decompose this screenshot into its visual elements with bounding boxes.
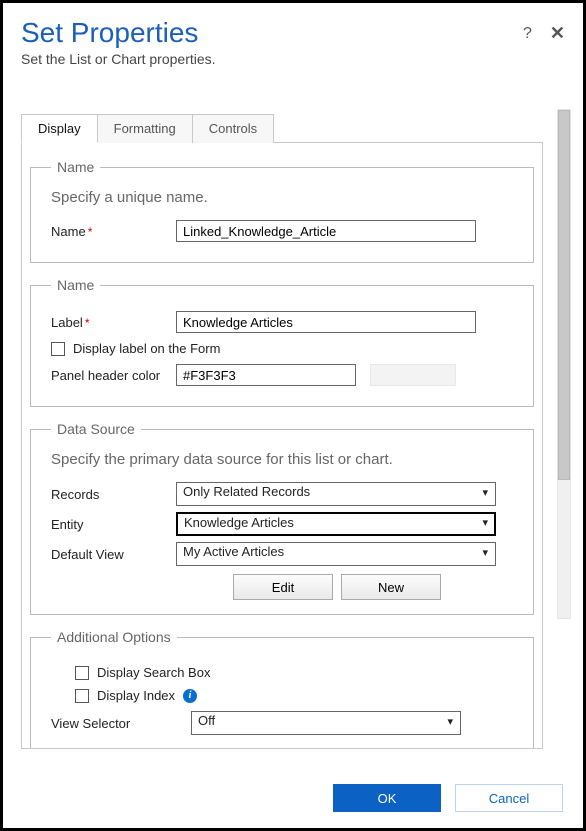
group-data-source-hint: Specify the primary data source for this… <box>51 451 513 468</box>
display-search-text: Display Search Box <box>97 665 210 680</box>
close-icon[interactable]: ✕ <box>550 23 565 44</box>
records-select[interactable]: Only Related Records <box>176 482 496 506</box>
group-label: Name Label* Display label on the Form Pa… <box>30 277 534 407</box>
ok-button[interactable]: OK <box>333 784 441 812</box>
tab-formatting[interactable]: Formatting <box>98 114 193 143</box>
name-label: Name* <box>51 224 176 239</box>
display-search-checkbox[interactable] <box>75 666 89 680</box>
display-label-checkbox[interactable] <box>51 342 65 356</box>
group-name-hint: Specify a unique name. <box>51 189 513 206</box>
scrollbar-thumb[interactable] <box>558 110 570 480</box>
label-label: Label* <box>51 315 176 330</box>
new-button[interactable]: New <box>341 574 441 600</box>
dialog-subtitle: Set the List or Chart properties. <box>21 51 565 67</box>
view-selector-label: View Selector <box>51 716 191 731</box>
entity-label: Entity <box>51 517 176 532</box>
edit-button[interactable]: Edit <box>233 574 333 600</box>
group-additional-legend: Additional Options <box>51 629 177 645</box>
default-view-label: Default View <box>51 547 176 562</box>
panel-color-input[interactable] <box>176 364 356 386</box>
group-name-legend: Name <box>51 159 100 175</box>
display-index-checkbox[interactable] <box>75 689 89 703</box>
name-input[interactable] <box>176 220 476 242</box>
default-view-select[interactable]: My Active Articles <box>176 542 496 566</box>
tab-display[interactable]: Display <box>21 114 98 143</box>
label-input[interactable] <box>176 311 476 333</box>
info-icon[interactable]: i <box>183 689 197 703</box>
display-label-text: Display label on the Form <box>73 341 220 356</box>
group-name: Name Specify a unique name. Name* <box>30 159 534 263</box>
cancel-button[interactable]: Cancel <box>455 784 563 812</box>
tab-controls[interactable]: Controls <box>193 114 274 143</box>
panel-color-label: Panel header color <box>51 368 176 383</box>
panel-color-swatch <box>370 364 456 386</box>
dialog-title: Set Properties <box>21 17 565 49</box>
group-data-source: Data Source Specify the primary data sou… <box>30 421 534 615</box>
group-additional-options: Additional Options Display Search Box Di… <box>30 629 534 749</box>
display-index-text: Display Index <box>97 688 175 703</box>
records-label: Records <box>51 487 176 502</box>
help-icon[interactable]: ? <box>523 25 532 43</box>
vertical-scrollbar[interactable] <box>557 109 571 619</box>
entity-select[interactable]: Knowledge Articles <box>176 512 496 536</box>
view-selector-select[interactable]: Off <box>191 711 461 735</box>
group-label-legend: Name <box>51 277 100 293</box>
group-data-source-legend: Data Source <box>51 421 141 437</box>
